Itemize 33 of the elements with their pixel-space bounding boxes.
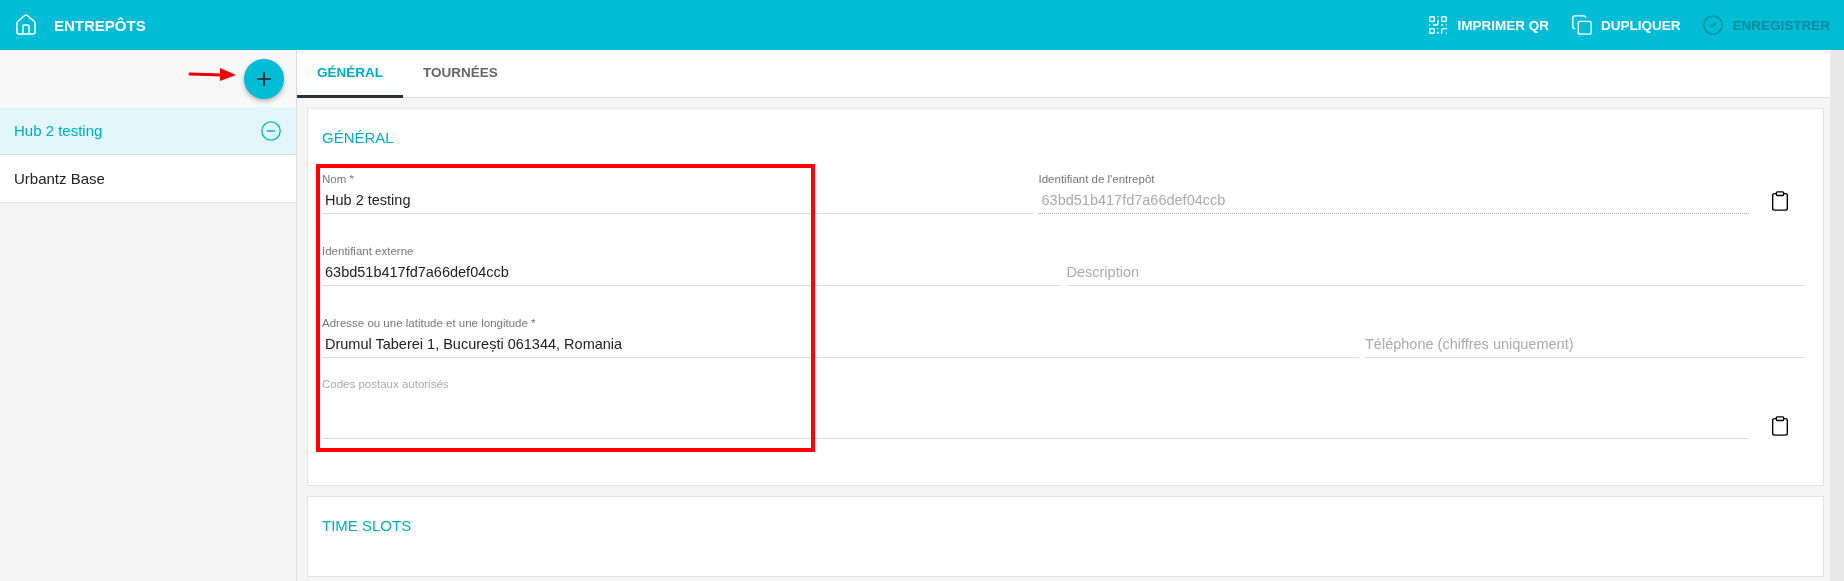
field-value: 63bd51b417fd7a66def04ccb bbox=[1040, 192, 1227, 208]
toolbar-button[interactable]: IMPRIMER QR bbox=[1427, 14, 1549, 36]
card-title: TIME SLOTS bbox=[322, 517, 413, 534]
check-circle-icon bbox=[1702, 14, 1725, 36]
input-field[interactable]: Identifiant externe 63bd51b417fd7a66def04ccb bbox=[322, 230, 1061, 286]
field-placeholder: Description bbox=[1066, 264, 1141, 280]
field-label: Codes postaux autorisés bbox=[322, 378, 449, 390]
input-field[interactable]: Téléphone (chiffres uniquement) bbox=[1365, 302, 1805, 358]
toolbar-button[interactable]: DUPLIQUER bbox=[1570, 14, 1681, 36]
add-button[interactable] bbox=[244, 58, 284, 99]
card-title: GÉNÉRAL bbox=[322, 129, 395, 146]
input-field[interactable]: Codes postaux autorisés bbox=[322, 374, 1749, 439]
field-label: Adresse ou une latitude et une longitude * bbox=[322, 317, 536, 329]
copy-icon bbox=[1570, 14, 1593, 36]
annotation-arrow bbox=[188, 66, 238, 84]
page-title: ENTREPÔTS bbox=[54, 16, 146, 34]
input-field[interactable]: Adresse ou une latitude et une longitude * Drumul Taberei 1, București 061344, Romania bbox=[322, 302, 1359, 358]
input-field[interactable]: Description bbox=[1066, 230, 1805, 286]
sidebar-item[interactable]: Hub 2 testing bbox=[0, 107, 296, 155]
field-placeholder: Téléphone (chiffres uniquement) bbox=[1365, 336, 1575, 352]
tab[interactable]: TOURNÉES bbox=[403, 50, 518, 98]
tab[interactable]: GÉNÉRAL bbox=[297, 50, 403, 98]
sidebar-item[interactable]: Urbantz Base bbox=[0, 155, 296, 203]
field-label: Identifiant externe bbox=[322, 245, 414, 257]
field-value: 63bd51b417fd7a66def04ccb bbox=[324, 264, 510, 280]
field-label: Nom * bbox=[322, 173, 354, 185]
qr-code-icon bbox=[1427, 14, 1450, 36]
field-label: Identifiant de l'entrepôt bbox=[1038, 173, 1155, 185]
input-field[interactable]: Nom * Hub 2 testing bbox=[322, 158, 1033, 214]
field-value: Drumul Taberei 1, București 061344, Romania bbox=[324, 336, 624, 352]
field-value: Hub 2 testing bbox=[324, 192, 412, 208]
scrollbar[interactable] bbox=[1830, 50, 1844, 581]
clipboard-icon[interactable] bbox=[1769, 415, 1791, 437]
